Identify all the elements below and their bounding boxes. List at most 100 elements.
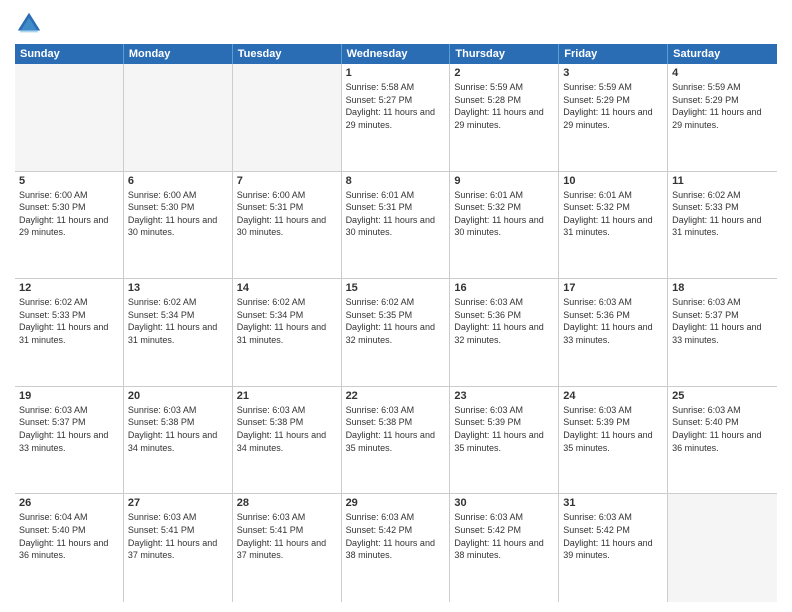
day-info: Sunrise: 6:01 AM Sunset: 5:32 PM Dayligh… [563, 189, 663, 239]
day-info: Sunrise: 6:04 AM Sunset: 5:40 PM Dayligh… [19, 511, 119, 561]
day-number: 22 [346, 390, 446, 402]
day-info: Sunrise: 6:03 AM Sunset: 5:42 PM Dayligh… [454, 511, 554, 561]
day-cell-21: 21 Sunrise: 6:03 AM Sunset: 5:38 PM Dayli… [233, 387, 342, 494]
day-number: 6 [128, 175, 228, 187]
weekday-header-friday: Friday [559, 44, 668, 64]
day-number: 9 [454, 175, 554, 187]
day-cell-23: 23 Sunrise: 6:03 AM Sunset: 5:39 PM Dayli… [450, 387, 559, 494]
day-number: 26 [19, 497, 119, 509]
day-cell-8: 8 Sunrise: 6:01 AM Sunset: 5:31 PM Daylig… [342, 172, 451, 279]
day-cell-15: 15 Sunrise: 6:02 AM Sunset: 5:35 PM Dayli… [342, 279, 451, 386]
day-info: Sunrise: 6:03 AM Sunset: 5:37 PM Dayligh… [672, 296, 773, 346]
day-number: 30 [454, 497, 554, 509]
day-number: 25 [672, 390, 773, 402]
day-number: 10 [563, 175, 663, 187]
day-info: Sunrise: 6:03 AM Sunset: 5:39 PM Dayligh… [454, 404, 554, 454]
day-cell-12: 12Sunrise: 6:02 AM Sunset: 5:33 PM Dayli… [15, 279, 124, 386]
day-cell-14: 14Sunrise: 6:02 AM Sunset: 5:34 PM Dayli… [233, 279, 342, 386]
day-cell-20: 20 Sunrise: 6:03 AM Sunset: 5:38 PM Dayli… [124, 387, 233, 494]
page: SundayMondayTuesdayWednesdayThursdayFrid… [0, 0, 792, 612]
header [15, 10, 777, 38]
day-cell-17: 17Sunrise: 6:03 AM Sunset: 5:36 PM Dayli… [559, 279, 668, 386]
day-info: Sunrise: 6:03 AM Sunset: 5:38 PM Dayligh… [128, 404, 228, 454]
day-info: Sunrise: 6:03 AM Sunset: 5:41 PM Dayligh… [128, 511, 228, 561]
day-number: 23 [454, 390, 554, 402]
day-cell-3: 3 Sunrise: 5:59 AM Sunset: 5:29 PM Daylig… [559, 64, 668, 171]
weekday-header-wednesday: Wednesday [342, 44, 451, 64]
day-number: 15 [346, 282, 446, 294]
day-info: Sunrise: 6:00 AM Sunset: 5:30 PM Dayligh… [128, 189, 228, 239]
day-number: 17 [563, 282, 663, 294]
day-info: Sunrise: 6:01 AM Sunset: 5:31 PM Dayligh… [346, 189, 446, 239]
day-info: Sunrise: 6:02 AM Sunset: 5:34 PM Dayligh… [128, 296, 228, 346]
empty-cell-0-2 [233, 64, 342, 171]
day-number: 1 [346, 67, 446, 79]
day-number: 4 [672, 67, 773, 79]
day-number: 24 [563, 390, 663, 402]
day-cell-30: 30 Sunrise: 6:03 AM Sunset: 5:42 PM Dayli… [450, 494, 559, 602]
weekday-header-thursday: Thursday [450, 44, 559, 64]
day-number: 20 [128, 390, 228, 402]
calendar-week-2: 5 Sunrise: 6:00 AM Sunset: 5:30 PM Daylig… [15, 172, 777, 280]
day-cell-6: 6 Sunrise: 6:00 AM Sunset: 5:30 PM Daylig… [124, 172, 233, 279]
calendar-week-3: 12Sunrise: 6:02 AM Sunset: 5:33 PM Dayli… [15, 279, 777, 387]
day-number: 19 [19, 390, 119, 402]
day-info: Sunrise: 5:59 AM Sunset: 5:29 PM Dayligh… [563, 81, 663, 131]
weekday-header-monday: Monday [124, 44, 233, 64]
day-number: 11 [672, 175, 773, 187]
day-info: Sunrise: 6:03 AM Sunset: 5:41 PM Dayligh… [237, 511, 337, 561]
day-cell-7: 7 Sunrise: 6:00 AM Sunset: 5:31 PM Daylig… [233, 172, 342, 279]
logo-icon [15, 10, 43, 38]
day-info: Sunrise: 6:03 AM Sunset: 5:38 PM Dayligh… [346, 404, 446, 454]
logo [15, 10, 47, 38]
calendar-week-1: 1 Sunrise: 5:58 AM Sunset: 5:27 PM Daylig… [15, 64, 777, 172]
day-cell-19: 19 Sunrise: 6:03 AM Sunset: 5:37 PM Dayli… [15, 387, 124, 494]
day-cell-29: 29 Sunrise: 6:03 AM Sunset: 5:42 PM Dayli… [342, 494, 451, 602]
day-cell-18: 18 Sunrise: 6:03 AM Sunset: 5:37 PM Dayli… [668, 279, 777, 386]
calendar-week-5: 26 Sunrise: 6:04 AM Sunset: 5:40 PM Dayli… [15, 494, 777, 602]
day-info: Sunrise: 6:02 AM Sunset: 5:35 PM Dayligh… [346, 296, 446, 346]
day-number: 5 [19, 175, 119, 187]
day-number: 12 [19, 282, 119, 294]
day-info: Sunrise: 6:03 AM Sunset: 5:37 PM Dayligh… [19, 404, 119, 454]
day-number: 31 [563, 497, 663, 509]
day-info: Sunrise: 6:03 AM Sunset: 5:38 PM Dayligh… [237, 404, 337, 454]
weekday-header-tuesday: Tuesday [233, 44, 342, 64]
day-info: Sunrise: 6:03 AM Sunset: 5:42 PM Dayligh… [563, 511, 663, 561]
day-info: Sunrise: 6:03 AM Sunset: 5:39 PM Dayligh… [563, 404, 663, 454]
day-cell-22: 22 Sunrise: 6:03 AM Sunset: 5:38 PM Dayli… [342, 387, 451, 494]
day-cell-5: 5 Sunrise: 6:00 AM Sunset: 5:30 PM Daylig… [15, 172, 124, 279]
day-cell-26: 26 Sunrise: 6:04 AM Sunset: 5:40 PM Dayli… [15, 494, 124, 602]
weekday-header-saturday: Saturday [668, 44, 777, 64]
empty-cell-0-1 [124, 64, 233, 171]
day-number: 3 [563, 67, 663, 79]
empty-cell-4-6 [668, 494, 777, 602]
day-cell-1: 1 Sunrise: 5:58 AM Sunset: 5:27 PM Daylig… [342, 64, 451, 171]
day-cell-13: 13 Sunrise: 6:02 AM Sunset: 5:34 PM Dayli… [124, 279, 233, 386]
calendar-week-4: 19 Sunrise: 6:03 AM Sunset: 5:37 PM Dayli… [15, 387, 777, 495]
day-number: 13 [128, 282, 228, 294]
day-info: Sunrise: 5:58 AM Sunset: 5:27 PM Dayligh… [346, 81, 446, 131]
day-cell-16: 16Sunrise: 6:03 AM Sunset: 5:36 PM Dayli… [450, 279, 559, 386]
day-cell-10: 10 Sunrise: 6:01 AM Sunset: 5:32 PM Dayli… [559, 172, 668, 279]
day-number: 8 [346, 175, 446, 187]
calendar: SundayMondayTuesdayWednesdayThursdayFrid… [15, 44, 777, 602]
day-info: Sunrise: 6:00 AM Sunset: 5:31 PM Dayligh… [237, 189, 337, 239]
day-number: 21 [237, 390, 337, 402]
calendar-body: 1 Sunrise: 5:58 AM Sunset: 5:27 PM Daylig… [15, 64, 777, 602]
day-cell-2: 2Sunrise: 5:59 AM Sunset: 5:28 PM Daylig… [450, 64, 559, 171]
calendar-header: SundayMondayTuesdayWednesdayThursdayFrid… [15, 44, 777, 64]
day-number: 7 [237, 175, 337, 187]
day-info: Sunrise: 6:03 AM Sunset: 5:42 PM Dayligh… [346, 511, 446, 561]
day-number: 28 [237, 497, 337, 509]
day-number: 18 [672, 282, 773, 294]
day-info: Sunrise: 6:00 AM Sunset: 5:30 PM Dayligh… [19, 189, 119, 239]
day-info: Sunrise: 6:03 AM Sunset: 5:40 PM Dayligh… [672, 404, 773, 454]
day-info: Sunrise: 6:02 AM Sunset: 5:34 PM Dayligh… [237, 296, 337, 346]
day-info: Sunrise: 6:03 AM Sunset: 5:36 PM Dayligh… [454, 296, 554, 346]
day-cell-9: 9Sunrise: 6:01 AM Sunset: 5:32 PM Daylig… [450, 172, 559, 279]
day-info: Sunrise: 6:02 AM Sunset: 5:33 PM Dayligh… [672, 189, 773, 239]
day-number: 27 [128, 497, 228, 509]
day-number: 29 [346, 497, 446, 509]
day-number: 2 [454, 67, 554, 79]
